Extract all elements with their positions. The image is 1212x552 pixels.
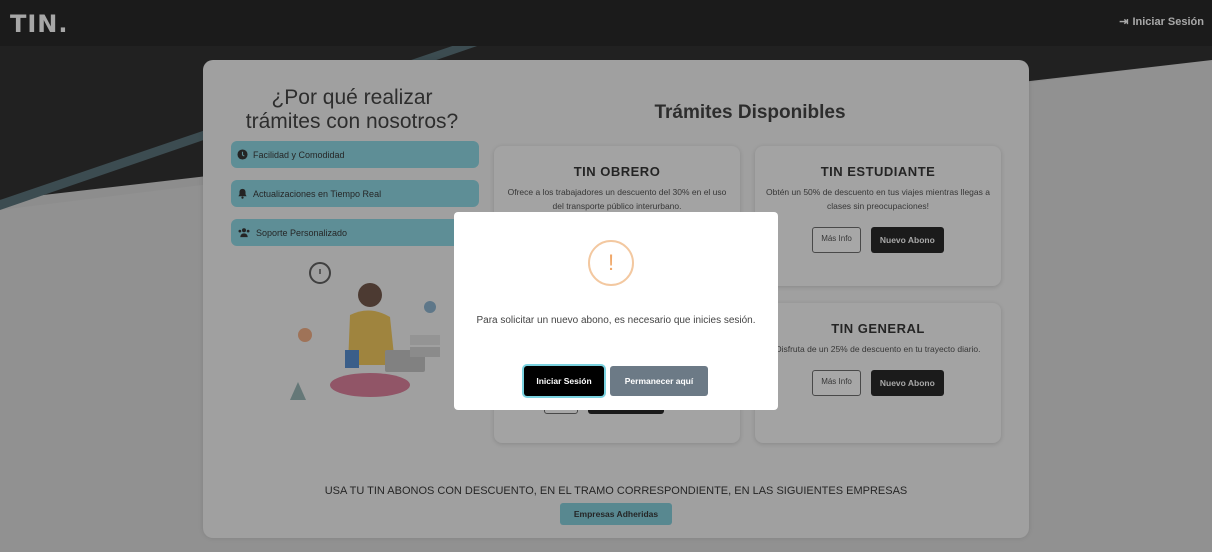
warning-icon: !: [588, 240, 634, 286]
modal-stay-button[interactable]: Permanecer aquí: [610, 366, 708, 396]
modal-message: Para solicitar un nuevo abono, es necesa…: [476, 315, 756, 326]
login-required-modal: ! Para solicitar un nuevo abono, es nece…: [454, 212, 778, 410]
modal-login-button[interactable]: Iniciar Sesión: [524, 366, 604, 396]
